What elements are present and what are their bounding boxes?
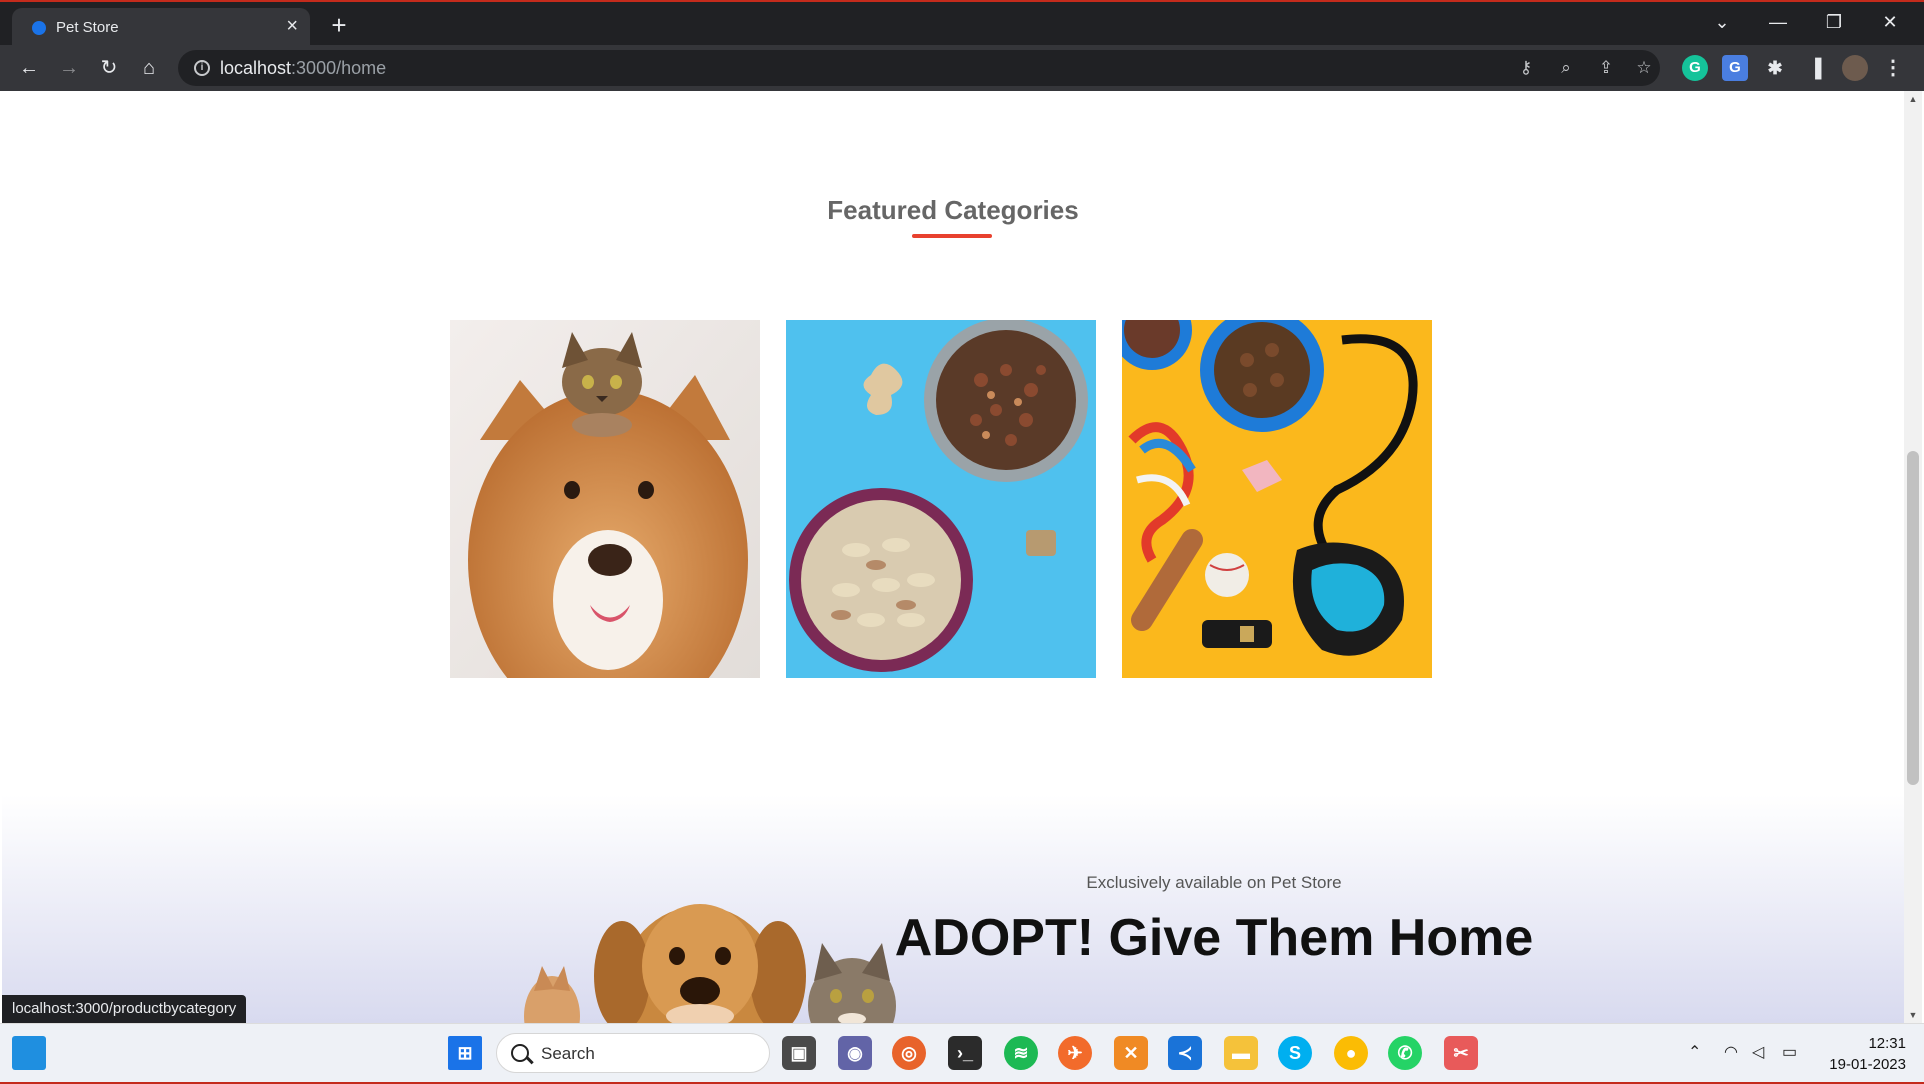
- status-bar-url: localhost:3000/productbycategory: [2, 995, 247, 1023]
- profile-avatar[interactable]: [1842, 55, 1868, 81]
- tab-search-button[interactable]: ⌄: [1694, 2, 1750, 45]
- site-info-icon[interactable]: i: [194, 60, 210, 76]
- browser-menu-icon[interactable]: ⋮: [1880, 55, 1906, 81]
- minimize-button[interactable]: —: [1750, 2, 1806, 45]
- teams-chat-icon[interactable]: ◉: [838, 1036, 872, 1070]
- skype-icon[interactable]: S: [1278, 1036, 1312, 1070]
- scroll-thumb[interactable]: [1907, 451, 1919, 785]
- bookmark-star-icon[interactable]: ☆: [1632, 56, 1656, 80]
- adopt-heading: ADOPT! Give Them Home: [894, 909, 1534, 967]
- firefox-icon[interactable]: ◎: [892, 1036, 926, 1070]
- pet-food-bowls-image: [786, 320, 1096, 678]
- page-scrollbar[interactable]: ▲ ▼: [1904, 91, 1922, 1023]
- title-underline: [912, 234, 992, 238]
- share-icon[interactable]: ⇪: [1594, 56, 1618, 80]
- taskbar-clock[interactable]: 12:31 19-01-2023: [1818, 1033, 1906, 1075]
- food-category-card[interactable]: [786, 320, 1096, 678]
- whatsapp-icon[interactable]: ✆: [1388, 1036, 1422, 1070]
- chrome-icon[interactable]: ●: [1334, 1036, 1368, 1070]
- terminal-icon[interactable]: ›_: [948, 1036, 982, 1070]
- key-icon[interactable]: ⚷: [1514, 56, 1538, 80]
- file-explorer-icon[interactable]: ▬: [1224, 1036, 1258, 1070]
- windows-taskbar: ⊞ Search ▣ ◉ ◎ ›_ ≋ ✈ ✕ ≺ ▬ S ● ✆ ✂ ⌃ ◠ …: [0, 1023, 1924, 1084]
- page-viewport: Featured Categories Exclusively availabl…: [2, 91, 1904, 1023]
- clock-time: 12:31: [1868, 1035, 1906, 1052]
- address-bar[interactable]: i localhost:3000/home ⚷ ⌕ ⇪ ☆: [178, 50, 1660, 86]
- snipping-tool-icon[interactable]: ✂: [1444, 1036, 1478, 1070]
- home-button[interactable]: ⌂: [134, 53, 164, 83]
- xampp-icon[interactable]: ✕: [1114, 1036, 1148, 1070]
- scroll-up-arrow-icon[interactable]: ▲: [1904, 91, 1922, 107]
- start-menu-icon[interactable]: ⊞: [448, 1036, 482, 1070]
- task-view-icon[interactable]: ▣: [782, 1036, 816, 1070]
- dog-with-kitten-image: [450, 320, 760, 678]
- pets-category-card[interactable]: [450, 320, 760, 678]
- postman-icon[interactable]: ✈: [1058, 1036, 1092, 1070]
- wifi-icon[interactable]: ◠: [1724, 1042, 1738, 1062]
- accessories-category-card[interactable]: [1122, 320, 1432, 678]
- pet-accessories-image: [1122, 320, 1432, 678]
- browser-toolbar: ← → ↻ ⌂ i localhost:3000/home ⚷ ⌕ ⇪ ☆ G …: [0, 45, 1924, 91]
- section-title: Featured Categories: [827, 195, 1079, 225]
- url-text[interactable]: localhost:3000/home: [220, 58, 386, 79]
- extensions-puzzle-icon[interactable]: ✱: [1762, 55, 1788, 81]
- taskbar-search-box[interactable]: Search: [496, 1033, 770, 1073]
- close-window-button[interactable]: ✕: [1862, 2, 1918, 45]
- tab-title: Pet Store: [56, 19, 119, 36]
- clock-date: 19-01-2023: [1829, 1056, 1906, 1073]
- forward-button[interactable]: →: [54, 53, 84, 83]
- adopt-pets-image: [524, 904, 896, 1023]
- back-button[interactable]: ←: [14, 53, 44, 83]
- battery-icon[interactable]: ▭: [1782, 1042, 1797, 1062]
- browser-tab-bar: Pet Store × + ⌄ — ❐ ✕: [0, 0, 1924, 47]
- close-tab-icon[interactable]: ×: [286, 16, 298, 36]
- zoom-icon[interactable]: ⌕: [1554, 56, 1578, 80]
- widgets-icon[interactable]: [12, 1036, 46, 1070]
- spotify-icon[interactable]: ≋: [1004, 1036, 1038, 1070]
- search-icon: [511, 1044, 529, 1062]
- reload-button[interactable]: ↻: [94, 53, 124, 83]
- scroll-down-arrow-icon[interactable]: ▼: [1904, 1007, 1922, 1023]
- translate-extension-icon[interactable]: G: [1722, 55, 1748, 81]
- restore-button[interactable]: ❐: [1806, 2, 1862, 45]
- side-panel-icon[interactable]: ▐: [1802, 55, 1828, 81]
- browser-tab[interactable]: Pet Store ×: [12, 8, 310, 47]
- adopt-tagline: Exclusively available on Pet Store: [1086, 873, 1342, 892]
- new-tab-button[interactable]: +: [323, 10, 355, 42]
- grammarly-extension-icon[interactable]: G: [1682, 55, 1708, 81]
- vscode-icon[interactable]: ≺: [1168, 1036, 1202, 1070]
- show-hidden-icons-chevron-icon[interactable]: ⌃: [1688, 1042, 1701, 1062]
- favicon-icon: [32, 21, 46, 35]
- volume-icon[interactable]: ◁: [1752, 1042, 1764, 1062]
- taskbar-search-label: Search: [541, 1044, 595, 1063]
